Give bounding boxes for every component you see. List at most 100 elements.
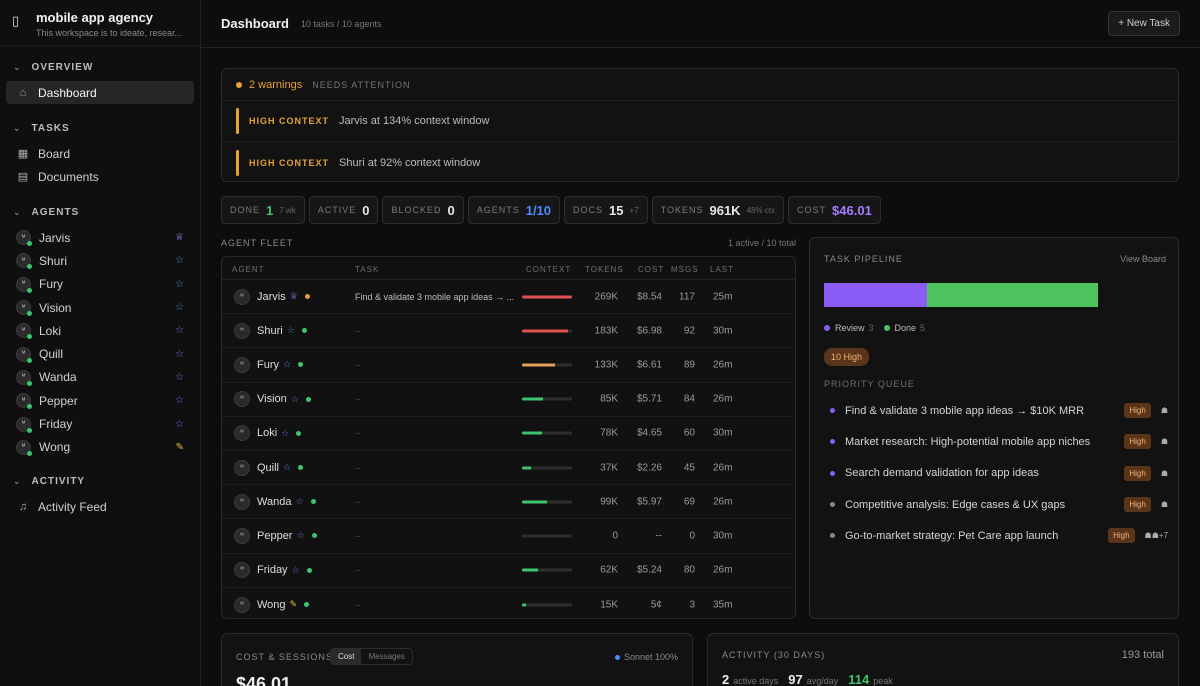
queue-item[interactable]: Find & validate 3 mobile app ideas → $10… (824, 395, 1168, 426)
sidebar-agent-shuri[interactable]: ᴹ Shuri ☆ (0, 249, 200, 272)
queue-item[interactable]: Search demand validation for app ideas Hi… (824, 458, 1168, 489)
priority-badge: High (1124, 465, 1151, 481)
last-cell: 35m (713, 599, 733, 611)
stat-value: 0 (447, 202, 455, 218)
table-row[interactable]: ᴹ Vision ☆ -- 85K $5.71 84 26m (222, 383, 795, 417)
activity-total: 193 total (1121, 649, 1164, 661)
tab-messages[interactable]: Messages (361, 649, 411, 664)
agent-name: Loki (257, 427, 278, 440)
msgs-cell: 92 (683, 325, 695, 337)
context-bar (522, 568, 572, 572)
stat-blocked[interactable]: BLOCKED 0 (382, 196, 464, 224)
avatar: ᴹ (16, 300, 32, 317)
warning-row[interactable]: HIGH CONTEXT Shuri at 92% context window (222, 142, 1178, 183)
assignee-avatars: ☗☗+7 (1144, 531, 1168, 541)
sidebar-agent-pepper[interactable]: ᴹ Pepper ☆ (0, 389, 200, 412)
sidebar-agent-jarvis[interactable]: ᴹ Jarvis ♕ (0, 226, 200, 249)
tokens-cell: 85K (600, 393, 618, 405)
table-row[interactable]: ᴹ Wanda ☆ -- 99K $5.97 69 26m (222, 485, 795, 520)
last-cell: 26m (713, 393, 733, 405)
table-row[interactable]: ᴹ Quill ☆ -- 37K $2.26 45 26m (222, 451, 795, 486)
section-overview[interactable]: ⌄ OVERVIEW (0, 56, 200, 78)
table-row[interactable]: ᴹ Fury ☆ -- 133K $6.61 89 26m (222, 348, 795, 383)
table-row[interactable]: ᴹ Wong ✎ -- 15K 5¢ 3 35m (222, 588, 795, 618)
context-bar (522, 534, 572, 538)
legend-name: Review (835, 323, 865, 333)
status-dot (27, 427, 32, 433)
column-header: COST (638, 265, 665, 274)
stat-done[interactable]: DONE 1 7 wk (221, 196, 305, 224)
agent-cell: Pepper ☆ (257, 530, 317, 542)
sidebar-item-activity-feed[interactable]: ♫ Activity Feed (6, 496, 194, 519)
pipeline-segment-review[interactable] (824, 283, 927, 307)
table-row[interactable]: ᴹ Loki ☆ -- 78K $4.65 60 30m (222, 417, 795, 451)
sidebar-agent-wong[interactable]: ᴹ Wong ✎ (0, 436, 200, 459)
table-row[interactable]: ᴹ Pepper ☆ -- 0 -- 0 30m (222, 519, 795, 554)
sidebar-agent-vision[interactable]: ᴹ Vision ☆ (0, 296, 200, 319)
status-dot (306, 567, 312, 573)
stat-tokens[interactable]: TOKENS 961K 48% ctx (651, 196, 785, 224)
stat-label: ACTIVE (317, 205, 357, 215)
assignee-avatars: ☗ (1160, 406, 1168, 416)
workspace-header[interactable]: ▯ mobile app agency This workspace is to… (0, 0, 200, 46)
warning-dot-icon (236, 81, 242, 88)
warnings-header[interactable]: 2 warnings NEEDS ATTENTION (222, 69, 1178, 101)
stat-cost[interactable]: COST $46.01 (788, 196, 881, 224)
active-days-label: active days (733, 676, 779, 686)
chevron-down-icon: ⌄ (13, 206, 22, 217)
last-cell: 30m (713, 325, 733, 337)
last-cell: 26m (713, 564, 733, 576)
cost-cell: $6.98 (636, 325, 662, 337)
section-overview-label: OVERVIEW (31, 61, 94, 73)
agent-name: Loki (39, 323, 62, 338)
cost-tabs: Cost Messages (330, 648, 413, 665)
priority-badge: High (1124, 403, 1151, 419)
sidebar-agent-quill[interactable]: ᴹ Quill ☆ (0, 342, 200, 365)
sidebar-item-dashboard[interactable]: ⌂ Dashboard (6, 81, 194, 104)
agent-badge-icon: ☆ (175, 255, 184, 267)
tab-cost[interactable]: Cost (331, 649, 362, 664)
section-activity[interactable]: ⌄ ACTIVITY (0, 471, 200, 493)
sidebar-agent-friday[interactable]: ᴹ Friday ☆ (0, 412, 200, 435)
new-task-button[interactable]: + New Task (1108, 11, 1180, 36)
high-priority-badge[interactable]: 10 High (824, 348, 870, 366)
warning-row[interactable]: HIGH CONTEXT Jarvis at 134% context wind… (222, 101, 1178, 142)
status-dot (27, 450, 32, 456)
queue-item[interactable]: Competitive analysis: Edge cases & UX ga… (824, 489, 1168, 520)
agent-badge-icon: ♕ (289, 291, 298, 302)
section-agents[interactable]: ⌄ AGENTS (0, 201, 200, 223)
sidebar-item-board[interactable]: ▦ Board (6, 142, 194, 165)
stat-label: COST (797, 205, 827, 215)
last-cell: 26m (713, 462, 733, 474)
tokens-cell: 78K (600, 427, 618, 439)
view-board-link[interactable]: View Board (1120, 254, 1166, 264)
status-dot (296, 430, 302, 436)
status-dot (27, 241, 32, 247)
stat-value: 961K (709, 202, 741, 218)
status-dot (311, 533, 317, 539)
sidebar-agent-fury[interactable]: ᴹ Fury ☆ (0, 273, 200, 296)
legend-count: 5 (920, 323, 926, 333)
warning-kind: HIGH CONTEXT (249, 116, 330, 126)
section-tasks[interactable]: ⌄ TASKS (0, 117, 200, 139)
table-row[interactable]: ᴹ Jarvis ♕ Find & validate 3 mobile app ide… (222, 280, 795, 315)
sidebar-item-documents[interactable]: ▤ Documents (6, 165, 194, 188)
stat-docs[interactable]: DOCS 15 +7 (564, 196, 648, 224)
legend-count: 3 (868, 323, 874, 333)
status-dot (301, 328, 307, 334)
stat-agents[interactable]: AGENTS 1/10 (467, 196, 561, 224)
pipeline-segment-done[interactable] (926, 283, 1098, 307)
table-row[interactable]: ᴹ Friday ☆ -- 62K $5.24 80 26m (222, 554, 795, 588)
avatar: ᴹ (16, 230, 32, 247)
sidebar-agent-wanda[interactable]: ᴹ Wanda ☆ (0, 366, 200, 389)
table-row[interactable]: ᴹ Shuri ☆ -- 183K $6.98 92 30m (222, 314, 795, 349)
stat-value: 1/10 (525, 202, 552, 218)
tokens-cell: 0 (612, 530, 618, 542)
sidebar-agent-loki[interactable]: ᴹ Loki ☆ (0, 319, 200, 342)
queue-item[interactable]: Go-to-market strategy: Pet Care app laun… (824, 520, 1168, 551)
queue-item[interactable]: Market research: High-potential mobile a… (824, 426, 1168, 457)
stat-active[interactable]: ACTIVE 0 (308, 196, 379, 224)
sidebar-item-label: Documents (38, 169, 99, 184)
agent-name: Wanda (257, 495, 292, 508)
cost-cell: $8.54 (636, 291, 662, 303)
